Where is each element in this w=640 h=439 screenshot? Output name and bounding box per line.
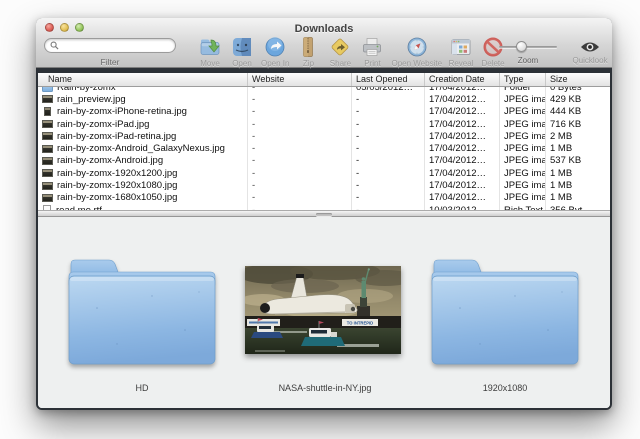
column-header-name[interactable]: Name [38,73,248,86]
preview-pane: HD [38,217,610,408]
titlebar[interactable]: Downloads [36,18,612,34]
table-row[interactable]: rain-by-zomx-iPad.jpg - - 17/04/2012… JP… [38,118,610,130]
preview-label-nasa: NASA-shuttle-in-NY.jpg [235,383,415,393]
nasa-shuttle-photo: TO INTREPID [245,266,401,354]
image-icon [42,120,53,128]
downloads-window: Downloads Filter Move [36,18,612,410]
zoom-slider[interactable] [497,41,559,53]
traffic-lights [45,23,84,32]
window-chrome: Downloads Filter Move [36,18,612,68]
column-header-creation-date[interactable]: Creation Date [425,73,500,86]
folder-icon [42,87,53,92]
window-title: Downloads [36,18,612,35]
toolbar-button-move[interactable]: Move [194,35,226,68]
image-icon [42,182,53,190]
toolbar-button-share[interactable]: Share [324,35,356,68]
content-area: Name Website Last Opened Creation Date T… [38,73,610,408]
table-row[interactable]: rain-by-zomx-1920x1080.jpg - - 17/04/201… [38,179,610,191]
table-row[interactable]: rain-by-zomx-1680x1050.jpg - - 17/04/201… [38,192,610,204]
zoom-slider-track [499,46,557,48]
share-icon [327,35,353,58]
preview-label-1920: 1920x1080 [420,383,590,393]
table-row[interactable]: rain_preview.jpg - - 17/04/2012… JPEG im… [38,93,610,105]
close-button[interactable] [45,23,54,32]
preview-item-nasa-photo[interactable]: TO INTREPID [245,266,401,354]
zip-archive-icon [295,35,321,58]
zoom-control: Zoom [497,41,559,65]
column-header-size[interactable]: Size [546,73,610,86]
list-header: Name Website Last Opened Creation Date T… [38,73,610,87]
screenshot-canvas: { "window": { "title": "Downloads", "tra… [0,0,640,439]
toolbar-button-print[interactable]: Print [356,35,388,68]
table-row[interactable]: rain-by-zomx-Android.jpg - - 17/04/2012…… [38,155,610,167]
toolbar-button-zip[interactable]: Zip [292,35,324,68]
toolbar-button-open-in[interactable]: Open In [258,35,292,68]
reveal-window-icon [448,35,474,58]
zoom-button[interactable] [75,23,84,32]
column-header-last-opened[interactable]: Last Opened [352,73,425,86]
printer-icon [359,35,385,58]
banner-text: TO INTREPID [347,320,373,325]
minimize-button[interactable] [60,23,69,32]
image-icon [42,132,53,140]
filter-label: Filter [44,57,176,67]
filter-group: Filter [44,38,176,67]
folder-icon [420,248,590,368]
file-list: Rain-by-zomx - 05/05/2012… 17/04/2012… F… [38,87,610,210]
toolbar-button-reveal[interactable]: Reveal [445,35,477,68]
eye-icon [570,40,610,53]
image-icon [42,169,53,177]
preview-item-hd-folder[interactable] [57,248,227,368]
toolbar: Filter Move Open Open In Zip [36,34,612,68]
table-row[interactable]: rain-by-zomx-iPhone-retina.jpg - - 17/04… [38,106,610,118]
image-icon [42,95,53,103]
zoom-label: Zoom [497,56,559,65]
zoom-slider-knob[interactable] [516,41,527,52]
table-row[interactable]: rain-by-zomx-1920x1200.jpg - - 17/04/201… [38,167,610,179]
quicklook-label: Quicklook [570,56,610,65]
splitter-handle[interactable] [316,213,332,216]
open-in-icon [262,35,288,58]
globe-icon [404,35,430,58]
move-folder-icon [197,35,223,58]
table-row[interactable]: rain-by-zomx-Android_GalaxyNexus.jpg - -… [38,142,610,154]
toolbar-buttons: Move Open Open In Zip Share [194,35,509,68]
image-icon [42,145,53,153]
preview-item-1920-folder[interactable] [420,248,590,368]
quicklook-button[interactable]: Quicklook [570,40,610,65]
column-header-type[interactable]: Type [500,73,546,86]
filter-field[interactable] [44,38,176,53]
preview-label-hd: HD [57,383,227,393]
image-icon [42,194,53,202]
finder-icon [229,35,255,58]
toolbar-button-open[interactable]: Open [226,35,258,68]
table-row[interactable]: rain-by-zomx-iPad-retina.jpg - - 17/04/2… [38,130,610,142]
search-icon [50,41,59,50]
image-portrait-icon [44,107,51,117]
folder-icon [57,248,227,368]
column-header-website[interactable]: Website [248,73,352,86]
pane-splitter[interactable] [38,210,610,217]
filter-input[interactable] [59,39,170,52]
toolbar-button-open-website[interactable]: Open Website [388,35,445,68]
image-icon [42,157,53,165]
